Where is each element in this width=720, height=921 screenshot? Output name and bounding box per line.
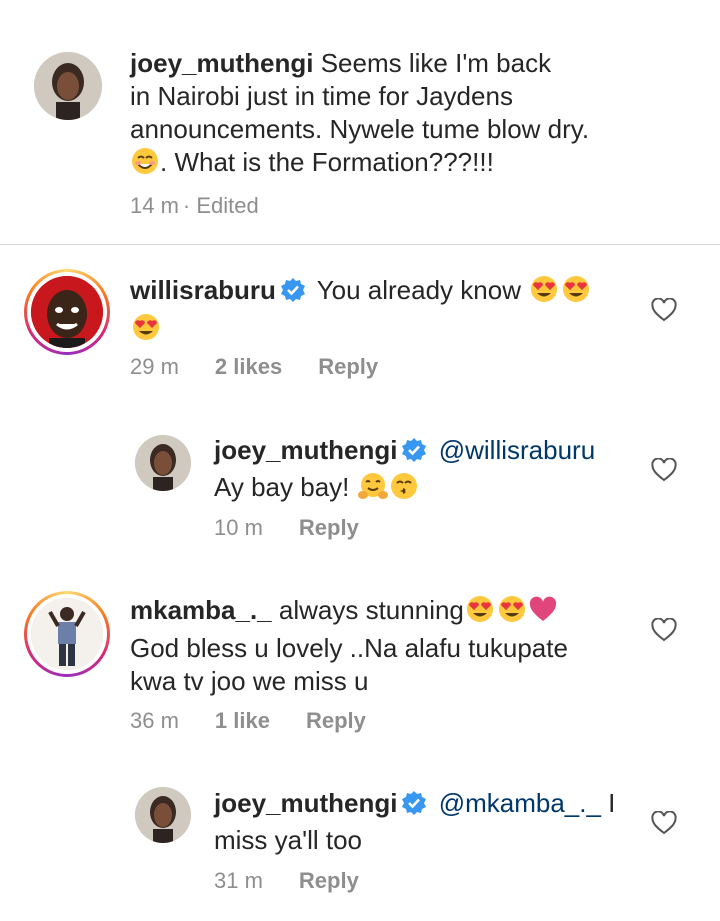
- reply-body-tail: I: [600, 788, 616, 818]
- heart-icon: [528, 596, 558, 632]
- comment-body-line-3: kwa tv joo we miss u: [130, 666, 369, 696]
- reply-text: joey_muthengi @willisraburu Ay bay bay!: [214, 434, 634, 509]
- avatar[interactable]: [135, 435, 191, 491]
- reply-meta: 31 m Reply: [214, 868, 395, 894]
- heart-eyes-icon: [560, 274, 592, 312]
- reply-body-line-2: miss ya'll too: [214, 825, 363, 855]
- edited-label: · Edited: [182, 193, 259, 218]
- heart-eyes-icon: [464, 594, 496, 632]
- avatar: [31, 598, 103, 670]
- comment-item: willisraburu You already know 29 m 2 like…: [0, 245, 720, 415]
- username[interactable]: mkamba_._: [130, 595, 272, 625]
- kissing-face-icon: [389, 471, 419, 509]
- comment-text: willisraburu You already know: [130, 274, 650, 350]
- comment-item: mkamba_._ always stunning God bless u lo…: [0, 565, 720, 765]
- caption-text: joey_muthengi Seems like I'm back in Nai…: [130, 47, 690, 184]
- mention-link[interactable]: @willisraburu: [439, 435, 595, 465]
- verified-badge-icon: [401, 790, 427, 824]
- reply-item: joey_muthengi @willisraburu Ay bay bay! …: [0, 415, 720, 565]
- comment-text: mkamba_._ always stunning God bless u lo…: [130, 594, 650, 698]
- heart-eyes-icon: [496, 594, 528, 632]
- likes-count[interactable]: 2 likes: [215, 354, 282, 379]
- like-heart-icon[interactable]: [651, 457, 677, 487]
- reply-button[interactable]: Reply: [299, 515, 359, 540]
- timestamp: 31 m: [214, 868, 263, 893]
- reply-meta: 10 m Reply: [214, 515, 395, 541]
- avatar[interactable]: [135, 787, 191, 843]
- comment-body: You already know: [316, 275, 521, 305]
- timestamp: 10 m: [214, 515, 263, 540]
- reply-button[interactable]: Reply: [306, 708, 366, 733]
- like-heart-icon[interactable]: [651, 810, 677, 840]
- heart-eyes-icon: [528, 274, 560, 312]
- reply-text: joey_muthengi @mkamba_._ I miss ya'll to…: [214, 787, 634, 857]
- reply-item: joey_muthengi @mkamba_._ I miss ya'll to…: [0, 765, 720, 921]
- profile-photo-icon: [135, 787, 191, 843]
- like-heart-icon[interactable]: [651, 297, 677, 327]
- like-heart-icon[interactable]: [651, 617, 677, 647]
- avatar: [31, 276, 103, 348]
- caption-comment: joey_muthengi Seems like I'm back in Nai…: [0, 0, 720, 244]
- avatar[interactable]: [34, 52, 102, 120]
- username[interactable]: joey_muthengi: [214, 788, 397, 818]
- username[interactable]: joey_muthengi: [214, 435, 397, 465]
- reply-button[interactable]: Reply: [299, 868, 359, 893]
- verified-badge-icon: [280, 277, 306, 311]
- likes-count[interactable]: 1 like: [215, 708, 270, 733]
- caption-line-4: . What is the Formation???!!!: [160, 147, 494, 177]
- hugging-face-icon: [357, 471, 389, 509]
- story-ring[interactable]: [24, 591, 110, 677]
- caption-meta: 14 m · Edited: [130, 193, 295, 219]
- smiling-face-icon: [130, 146, 160, 184]
- profile-photo-icon: [34, 52, 102, 120]
- mention-link[interactable]: @mkamba_._: [439, 788, 601, 818]
- profile-photo-icon: [31, 276, 103, 348]
- profile-photo-icon: [135, 435, 191, 491]
- comment-body-line-2: God bless u lovely ..Na alafu tukupate: [130, 633, 568, 663]
- timestamp: 14 m: [130, 193, 179, 218]
- caption-line-1: Seems like I'm back: [320, 48, 552, 78]
- reply-button[interactable]: Reply: [318, 354, 378, 379]
- username[interactable]: willisraburu: [130, 275, 276, 305]
- reply-body: Ay bay bay!: [214, 472, 350, 502]
- caption-line-2: in Nairobi just in time for Jaydens: [130, 81, 513, 111]
- timestamp: 29 m: [130, 354, 179, 379]
- story-ring[interactable]: [24, 269, 110, 355]
- timestamp: 36 m: [130, 708, 179, 733]
- verified-badge-icon: [401, 437, 427, 471]
- comment-body-line-1: always stunning: [278, 595, 464, 625]
- caption-line-3: announcements. Nywele tume blow dry.: [130, 114, 590, 144]
- profile-photo-icon: [31, 598, 103, 670]
- comment-meta: 29 m 2 likes Reply: [130, 354, 414, 380]
- heart-eyes-icon: [130, 312, 162, 350]
- comment-meta: 36 m 1 like Reply: [130, 708, 402, 734]
- username[interactable]: joey_muthengi: [130, 48, 313, 78]
